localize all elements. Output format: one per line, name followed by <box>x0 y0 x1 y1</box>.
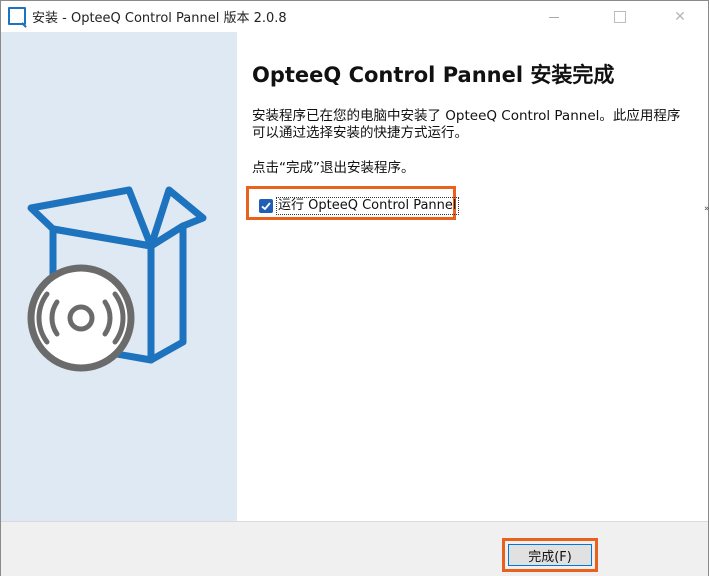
run-option-highlight: 运行 OpteeQ Control Pannel <box>246 186 459 220</box>
run-app-checkbox[interactable] <box>259 199 273 213</box>
installer-app-icon <box>8 7 26 25</box>
wizard-banner <box>1 32 237 521</box>
button-bar: 完成(F) <box>1 521 708 576</box>
minimize-button[interactable] <box>531 1 577 32</box>
exit-instruction: 点击“完成”退出安装程序。 <box>252 160 415 176</box>
wizard-content: OpteeQ Control Pannel 安装完成 安装程序已在您的电脑中安装… <box>237 32 708 521</box>
minimize-icon <box>549 17 559 18</box>
install-complete-description: 安装程序已在您的电脑中安装了 OpteeQ Control Pannel。此应用… <box>252 108 681 141</box>
disc-icon <box>27 264 135 372</box>
window-title: 安装 - OpteeQ Control Pannel 版本 2.0.8 <box>32 11 287 26</box>
close-button[interactable]: ✕ <box>657 1 703 32</box>
finish-button-highlight: 完成(F) <box>502 538 598 572</box>
maximize-button[interactable] <box>597 1 643 32</box>
maximize-icon <box>614 10 626 23</box>
finish-button[interactable]: 完成(F) <box>508 544 592 566</box>
box-and-disc-icon <box>27 186 207 372</box>
overflow-chevron-icon: » <box>704 204 709 214</box>
installer-window: 安装 - OpteeQ Control Pannel 版本 2.0.8 ✕ Op… <box>0 0 709 576</box>
page-title: OpteeQ Control Pannel 安装完成 <box>252 63 615 87</box>
close-icon: ✕ <box>674 8 686 25</box>
title-bar: 安装 - OpteeQ Control Pannel 版本 2.0.8 ✕ <box>1 1 708 32</box>
run-app-label[interactable]: 运行 OpteeQ Control Pannel <box>276 197 459 215</box>
checkmark-icon <box>261 202 271 211</box>
